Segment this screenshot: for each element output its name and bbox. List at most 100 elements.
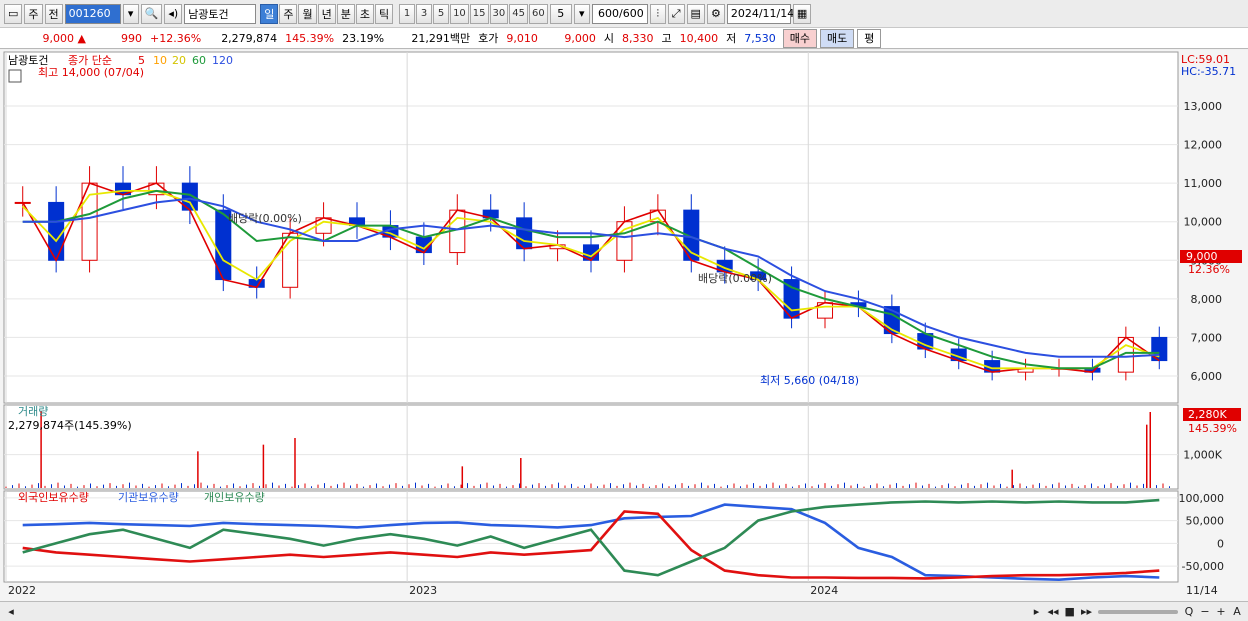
- holding-tick-label: -50,000: [1182, 560, 1224, 573]
- interval-button-3[interactable]: 3: [416, 3, 433, 24]
- range-input[interactable]: 600/600: [591, 3, 648, 24]
- annotation-high: 최고 14,000 (07/04): [38, 66, 144, 79]
- price-tick-label: 6,000: [1191, 370, 1223, 383]
- dropdown-icon[interactable]: ▾: [122, 3, 139, 24]
- font-icon[interactable]: A: [1232, 605, 1242, 618]
- fast-forward-icon[interactable]: ▸▸: [1081, 605, 1092, 618]
- period-tabs: 일주월년분초틱: [260, 3, 394, 24]
- volume-title: 거래량: [18, 405, 48, 418]
- interval-button-30[interactable]: 30: [489, 3, 509, 24]
- eval-button[interactable]: 평: [857, 28, 882, 48]
- holding-tick-label: 50,000: [1186, 515, 1225, 528]
- volume-info: 2,279,874주(145.39%): [8, 419, 132, 432]
- zoom-out-icon[interactable]: −: [1200, 605, 1210, 618]
- stock-name[interactable]: 남광토건: [184, 3, 257, 24]
- tab-0[interactable]: 일: [260, 3, 279, 24]
- legend-foreign: 외국인보유수량: [18, 491, 89, 504]
- toolbar: ▭ 주 전 001260 ▾ 🔍 ◂) 남광토건 일주월년분초틱 1 3 5 10 15…: [0, 0, 1248, 28]
- x-right-label: 11/14: [1186, 584, 1218, 597]
- sell-button[interactable]: 매도: [819, 28, 855, 48]
- price-tick-label: 12,000: [1184, 139, 1223, 152]
- interval-button-15[interactable]: 15: [469, 3, 489, 24]
- quote-change: 990: [121, 31, 142, 45]
- interval-button-60[interactable]: 60: [529, 3, 548, 24]
- interval-button-1[interactable]: 1: [399, 3, 416, 24]
- quote-change-pct: +12.36%: [150, 31, 202, 45]
- interval-select[interactable]: 5: [549, 3, 572, 24]
- date-input[interactable]: 2024/11/14: [726, 3, 794, 24]
- last-price-label: 9,000: [1186, 250, 1218, 263]
- period-select[interactable]: 주: [24, 3, 43, 24]
- quote-amount: 21,291백만: [411, 32, 471, 45]
- interval-button-10[interactable]: 10: [450, 3, 469, 24]
- tab-5[interactable]: 초: [355, 3, 374, 24]
- rewind-icon[interactable]: ◂◂: [1048, 605, 1059, 618]
- interval-buttons: 1 3 5 10 15 30 45 60: [399, 3, 548, 24]
- layout-icon[interactable]: ▭: [4, 3, 23, 24]
- tab-3[interactable]: 년: [317, 3, 336, 24]
- tab-6[interactable]: 틱: [374, 3, 394, 24]
- chart-area[interactable]: 6,000 7,000 8,000 9,000 10,000 11,000 12,000 13…: [0, 50, 1248, 601]
- candle-icon[interactable]: ⫶: [649, 3, 666, 24]
- quote-volume: 2,279,874: [221, 31, 278, 45]
- ask-value: 9,000: [564, 31, 596, 45]
- legend-ma120: 120: [212, 54, 233, 67]
- gear-icon[interactable]: ⚙: [706, 3, 725, 24]
- price-value: 9,000: [42, 31, 75, 45]
- nav-label[interactable]: 전: [44, 3, 63, 24]
- last-change-label: 12.36%: [1188, 263, 1230, 276]
- volume-pane: [3, 404, 1179, 490]
- price-tick-label: 8,000: [1191, 293, 1223, 306]
- low-label: 저: [726, 32, 737, 45]
- table-icon[interactable]: [8, 69, 22, 83]
- tab-2[interactable]: 월: [298, 3, 317, 24]
- interval-button-5[interactable]: 5: [433, 3, 450, 24]
- low-value: 7,530: [744, 31, 776, 45]
- buy-button[interactable]: 매수: [782, 28, 817, 48]
- tool-icon[interactable]: ⤢: [667, 3, 685, 24]
- interval-button-45[interactable]: 45: [509, 3, 528, 24]
- tab-1[interactable]: 주: [279, 3, 298, 24]
- stop-icon[interactable]: ■: [1065, 605, 1075, 618]
- annotation-dividend-2: 배당락(0.00%): [698, 272, 772, 285]
- status-bar: ◂ ▸ ◂◂ ■ ▸▸ Q − + A: [0, 601, 1248, 621]
- interval-dropdown-icon[interactable]: ▾: [573, 3, 590, 24]
- open-value: 8,330: [621, 31, 654, 45]
- scroll-left-icon[interactable]: ◂: [6, 605, 16, 618]
- quote-price: 9,000 ▲: [4, 32, 90, 45]
- scroll-right-icon[interactable]: ▸: [1032, 605, 1042, 618]
- holding-tick-label: 100,000: [1179, 492, 1225, 505]
- up-arrow-icon: ▲: [77, 31, 86, 45]
- save-icon[interactable]: ▤: [686, 3, 705, 24]
- zoom-slider[interactable]: [1098, 609, 1178, 614]
- calendar-icon[interactable]: ▦: [792, 3, 812, 24]
- bid-label: 호가: [478, 32, 499, 45]
- legend-ma60: 60: [192, 54, 206, 67]
- x-tick-label: 2022: [8, 584, 36, 597]
- quote-bar: 9,000 ▲ 990 +12.36% 2,279,874 145.39% 23…: [0, 28, 1248, 49]
- price-pane: [3, 51, 1179, 404]
- holding-pane: [3, 490, 1179, 583]
- code-input[interactable]: 001260: [64, 3, 121, 24]
- x-tick-label: 2023: [409, 584, 437, 597]
- legend-institution: 기관보유수량: [118, 491, 179, 504]
- price-tick-label: 13,000: [1184, 100, 1223, 113]
- zoom-icon[interactable]: Q: [1184, 605, 1194, 618]
- tab-4[interactable]: 분: [336, 3, 355, 24]
- annotation-dividend-1: 배당락(0.00%): [228, 212, 302, 225]
- high-value: 10,400: [679, 31, 719, 45]
- search-icon[interactable]: 🔍: [140, 3, 163, 24]
- price-tick-label: 7,000: [1191, 331, 1223, 344]
- legend-ma10: 10: [153, 54, 167, 67]
- volume-tick-label: 1,000K: [1183, 449, 1222, 462]
- range-total: /600: [619, 7, 644, 20]
- legend-individual: 개인보유수량: [204, 491, 265, 504]
- hc-label: HC:-35.71: [1181, 65, 1236, 78]
- chart-svg[interactable]: 6,000 7,000 8,000 9,000 10,000 11,000 12,000 13…: [0, 50, 1248, 601]
- speaker-icon[interactable]: ◂): [164, 3, 183, 24]
- high-label: 고: [661, 32, 672, 45]
- bid-value: 9,010: [506, 31, 538, 45]
- last-volume-pct: 145.39%: [1188, 422, 1237, 435]
- zoom-in-icon[interactable]: +: [1216, 605, 1226, 618]
- last-volume-label: 2,280K: [1188, 408, 1227, 421]
